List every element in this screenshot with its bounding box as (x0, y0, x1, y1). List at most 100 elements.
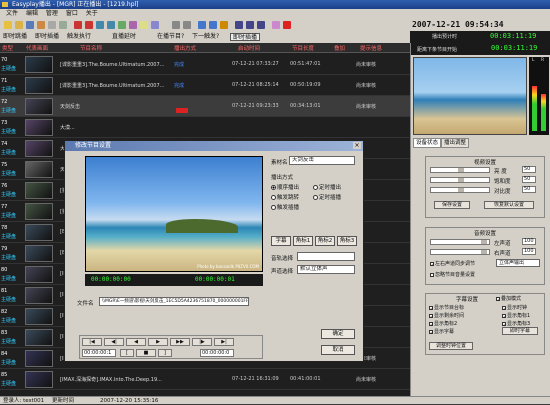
mode-sequential-radio[interactable]: 顺序播出 (271, 183, 299, 191)
col-hint[interactable]: 提示信息 (360, 44, 382, 52)
copy-icon[interactable] (48, 21, 56, 29)
mark-out-button[interactable]: ] (158, 349, 172, 357)
audio-track-select[interactable] (297, 252, 355, 261)
next-trigger-button[interactable]: 下一触发? (192, 33, 219, 41)
grid-icon[interactable] (151, 21, 159, 29)
subtitle-button[interactable]: 字幕 (271, 236, 291, 246)
mark-in-button[interactable]: [ (120, 349, 134, 357)
delete-icon[interactable] (74, 21, 82, 29)
play-icon[interactable] (272, 21, 280, 29)
brightness-field[interactable]: 50 (522, 166, 536, 173)
tab-device-status[interactable]: 设备状态 (413, 138, 442, 148)
insert-query-button[interactable]: 在播节目? (157, 33, 184, 41)
col-type[interactable]: 类型 (2, 44, 13, 52)
menu-about[interactable]: 关于 (86, 9, 98, 19)
mode-timed-insert-radio[interactable]: 定时插播 (313, 193, 341, 201)
refresh-icon[interactable] (118, 21, 126, 29)
table-row[interactable]: 73 主硬盘 大漠... (0, 117, 410, 138)
out-point-field[interactable]: 00:00:00:0 (200, 349, 234, 357)
rewind-button[interactable]: ◀ (126, 338, 146, 346)
forward-button[interactable]: ▶▶ (170, 338, 190, 346)
table-row[interactable]: 72 主硬盘 天剑反击 07-12-21 09:23:33 00:34:13:01 尚未审… (0, 96, 410, 117)
left-channel-slider[interactable] (430, 239, 490, 245)
in-point-field[interactable]: 00:00:00:1 (82, 349, 116, 357)
move-up-icon[interactable] (198, 21, 206, 29)
ignore-volume-checkbox[interactable]: 忽略节目音量设置 (430, 271, 475, 278)
mode-trigger-insert-radio[interactable]: 触发插播 (271, 203, 299, 211)
go-end-button[interactable]: ▶| (214, 338, 234, 346)
instant-break-button[interactable]: 即时插播 (230, 33, 261, 41)
live-delay-button[interactable]: 直播延时 (112, 33, 136, 41)
tab-playout-adjust[interactable]: 播出调整 (441, 138, 470, 148)
mode-trigger-jump-radio[interactable]: 触发跳转 (271, 193, 299, 201)
menu-manage[interactable]: 管理 (46, 9, 58, 19)
forward-icon[interactable] (183, 21, 191, 29)
left-channel-field[interactable]: 100 (522, 238, 536, 245)
instant-subtitle-button[interactable]: 即时字幕 (502, 327, 538, 335)
layout3-icon[interactable] (257, 21, 265, 29)
right-channel-field[interactable]: 100 (522, 248, 536, 255)
file-path-field[interactable]: \\MGR\E一频道\影视\天剑反击_1EC5D5A4236751870_000… (99, 297, 249, 306)
step-forward-button[interactable]: |▶ (192, 338, 212, 346)
go-start-button[interactable]: |◀ (82, 338, 102, 346)
col-name[interactable]: 节目名称 (80, 44, 102, 52)
cut-icon[interactable] (37, 21, 45, 29)
show-subtitle-checkbox[interactable]: ✓显示字幕 (429, 328, 454, 335)
contrast-slider[interactable] (430, 187, 490, 193)
close-icon[interactable]: × (353, 142, 361, 149)
ok-button[interactable]: 确定 (321, 329, 355, 339)
saturation-field[interactable]: 50 (522, 176, 536, 183)
manual-jump-button[interactable]: 即时跳播 (3, 33, 27, 41)
step-back-button[interactable]: ◀| (104, 338, 124, 346)
right-channel-slider[interactable] (430, 249, 490, 255)
play-button[interactable]: ▶ (148, 338, 168, 346)
stop-icon[interactable] (283, 21, 291, 29)
table-row[interactable]: 70 主硬盘 [谍影重重3].The.Bourne.Ultimatum.2007..… (0, 54, 410, 75)
saturation-slider[interactable] (430, 177, 490, 183)
sync-channel-checkbox[interactable]: ✓左右声道同步调节 (430, 260, 475, 267)
show-clock-checkbox[interactable]: ✓显示时钟 (502, 304, 527, 311)
lock-icon[interactable] (220, 21, 228, 29)
paste-icon[interactable] (59, 21, 67, 29)
back-icon[interactable] (172, 21, 180, 29)
show-marker3-checkbox[interactable]: ✓显示角标3 (502, 320, 530, 327)
marker1-button[interactable]: 角标1 (293, 236, 313, 246)
move-down-icon[interactable] (209, 21, 217, 29)
layout2-icon[interactable] (246, 21, 254, 29)
open-icon[interactable] (15, 21, 23, 29)
pause-button[interactable]: ■ (136, 349, 156, 357)
trigger-button[interactable]: 触发执行 (67, 33, 91, 41)
save-video-button[interactable]: 保存设置 (434, 201, 470, 209)
table-row[interactable]: 71 主硬盘 [谍影重重3].The.Bourne.Ultimatum.2007..… (0, 75, 410, 96)
col-overlay[interactable]: 叠加 (334, 44, 345, 52)
marker3-button[interactable]: 角标3 (337, 236, 357, 246)
col-thumb[interactable]: 代表画面 (26, 44, 48, 52)
contrast-field[interactable]: 50 (522, 186, 536, 193)
menu-window[interactable]: 窗口 (66, 9, 78, 19)
menu-edit[interactable]: 编辑 (26, 9, 38, 19)
edit-icon[interactable] (129, 21, 137, 29)
save-icon[interactable] (26, 21, 34, 29)
overlay-mode-checkbox[interactable]: ✓叠加模式 (496, 295, 521, 302)
cancel-button[interactable]: 取消 (321, 345, 355, 355)
insert-icon[interactable] (96, 21, 104, 29)
sound-channel-select[interactable]: 默认立体声 (297, 265, 355, 274)
show-marker2-checkbox[interactable]: ✓显示角标2 (429, 320, 457, 327)
new-icon[interactable] (4, 21, 12, 29)
restore-default-button[interactable]: 恢复默认设置 (484, 201, 534, 209)
list-icon[interactable] (140, 21, 148, 29)
show-logo-checkbox[interactable]: ✓显示节目台标 (429, 304, 464, 311)
col-start[interactable]: 启动时间 (238, 44, 260, 52)
program-name-field[interactable]: 天剑反击 (289, 156, 355, 165)
show-remaining-checkbox[interactable]: ✓显示剩余时间 (429, 312, 464, 319)
menu-file[interactable]: 文件 (6, 9, 18, 19)
delete-all-icon[interactable] (85, 21, 93, 29)
layout-icon[interactable] (235, 21, 243, 29)
table-row[interactable]: 85 主硬盘 [IMAX.深海探奇].IMAX.Into.The.Deep.19..… (0, 369, 410, 390)
adjust-clock-button[interactable]: 调整时钟位置 (429, 342, 473, 350)
show-marker1-checkbox[interactable]: ✓显示角标1 (502, 312, 530, 319)
col-mode[interactable]: 播出方式 (174, 44, 196, 52)
manual-insert-button[interactable]: 即时插播 (35, 33, 59, 41)
col-duration[interactable]: 节目长度 (292, 44, 314, 52)
brightness-slider[interactable] (430, 167, 490, 173)
